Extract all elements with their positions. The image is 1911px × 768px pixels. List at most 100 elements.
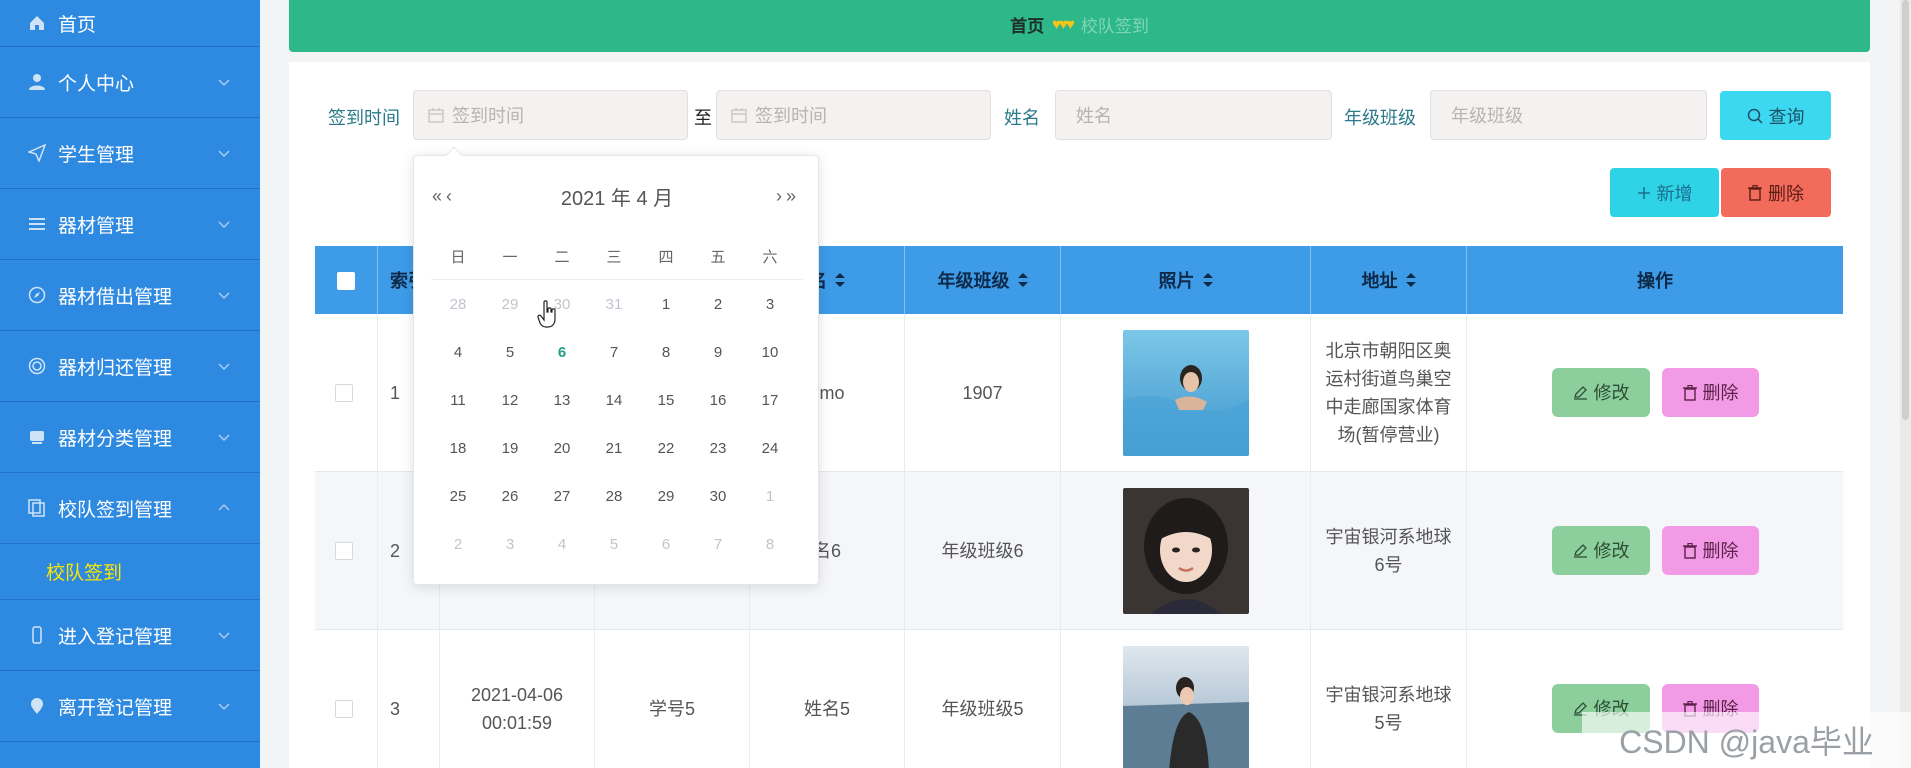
- calendar-day[interactable]: 14: [588, 376, 640, 424]
- column-header-photo[interactable]: 照片: [1061, 246, 1311, 314]
- delete-button-label: 删除: [1702, 382, 1739, 403]
- next-year-icon[interactable]: »: [786, 186, 796, 207]
- sidebar-subitem-checkin[interactable]: 校队签到: [0, 544, 260, 600]
- calendar-day[interactable]: 12: [484, 376, 536, 424]
- calendar-day[interactable]: 19: [484, 424, 536, 472]
- row-checkbox[interactable]: [335, 384, 353, 402]
- scrollbar-thumb[interactable]: [1902, 0, 1909, 420]
- send-icon: [26, 142, 48, 164]
- calendar-day[interactable]: 30: [692, 472, 744, 520]
- class-label: 年级班级: [1344, 108, 1416, 128]
- query-button[interactable]: 查询: [1720, 91, 1831, 140]
- sidebar-item-personal-center[interactable]: 个人中心: [0, 47, 260, 118]
- calendar-day[interactable]: 29: [640, 472, 692, 520]
- calendar-day[interactable]: 31: [588, 280, 640, 328]
- weekday-label: 日: [450, 248, 466, 266]
- calendar-day[interactable]: 10: [744, 328, 796, 376]
- calendar-day[interactable]: 28: [432, 280, 484, 328]
- phone-icon: [26, 624, 48, 646]
- calendar-day[interactable]: 6: [640, 520, 692, 568]
- calendar-day[interactable]: 23: [692, 424, 744, 472]
- calendar-day[interactable]: 4: [536, 520, 588, 568]
- calendar-day[interactable]: 29: [484, 280, 536, 328]
- checkin-time-to-input[interactable]: 签到时间: [716, 90, 991, 140]
- user-icon: [26, 71, 48, 93]
- mouse-cursor-icon: [537, 300, 556, 328]
- batch-delete-button[interactable]: 删除: [1721, 168, 1831, 217]
- calendar-day[interactable]: 21: [588, 424, 640, 472]
- column-header-address[interactable]: 地址: [1311, 246, 1467, 314]
- sidebar-item-checkin[interactable]: 校队签到管理: [0, 473, 260, 544]
- calendar-day[interactable]: 5: [588, 520, 640, 568]
- sort-icon[interactable]: [1202, 273, 1213, 287]
- calendar-day[interactable]: 1: [744, 472, 796, 520]
- calendar-day[interactable]: 6: [536, 328, 588, 376]
- calendar-day[interactable]: 20: [536, 424, 588, 472]
- sidebar-item-leave[interactable]: 离开登记管理: [0, 671, 260, 742]
- calendar-day[interactable]: 3: [744, 280, 796, 328]
- photo-image[interactable]: [1122, 329, 1249, 456]
- next-month-icon[interactable]: ›: [776, 186, 782, 207]
- sidebar-item-student[interactable]: 学生管理: [0, 118, 260, 189]
- calendar-day[interactable]: 2: [692, 280, 744, 328]
- calendar-day[interactable]: 13: [536, 376, 588, 424]
- select-all-checkbox[interactable]: [337, 272, 355, 290]
- photo-image[interactable]: [1122, 645, 1249, 768]
- calendar-day[interactable]: 17: [744, 376, 796, 424]
- row-checkbox[interactable]: [335, 542, 353, 560]
- add-button-label: 新增: [1656, 183, 1693, 204]
- calendar-day[interactable]: 5: [484, 328, 536, 376]
- calendar-day[interactable]: 11: [432, 376, 484, 424]
- calendar-day[interactable]: 24: [744, 424, 796, 472]
- calendar-day[interactable]: 8: [640, 328, 692, 376]
- calendar-day[interactable]: 15: [640, 376, 692, 424]
- calendar-day[interactable]: 18: [432, 424, 484, 472]
- calendar-day[interactable]: 7: [692, 520, 744, 568]
- checkin-time-from-input[interactable]: 签到时间: [413, 90, 688, 140]
- list-icon: [26, 213, 48, 235]
- cell-class: 1907: [905, 314, 1061, 471]
- cell-photo: [1061, 630, 1311, 768]
- sort-icon[interactable]: [1405, 273, 1416, 287]
- photo-image[interactable]: [1122, 487, 1249, 614]
- sidebar-item-enter[interactable]: 进入登记管理: [0, 600, 260, 671]
- sidebar-subitem-label: 校队签到: [46, 563, 123, 584]
- box-icon: [26, 426, 48, 448]
- edit-button[interactable]: 修改: [1552, 526, 1650, 575]
- sort-icon[interactable]: [1017, 273, 1028, 287]
- calendar-day[interactable]: 27: [536, 472, 588, 520]
- calendar-day[interactable]: 22: [640, 424, 692, 472]
- column-header-label: 操作: [1637, 271, 1673, 291]
- sidebar-item-label: 进入登记管理: [58, 626, 173, 648]
- add-button[interactable]: 新增: [1610, 168, 1719, 217]
- edit-button[interactable]: 修改: [1552, 368, 1650, 417]
- calendar-day[interactable]: 16: [692, 376, 744, 424]
- cell-photo: [1061, 314, 1311, 471]
- sidebar-item-return[interactable]: 器材归还管理: [0, 331, 260, 402]
- calendar-day[interactable]: 7: [588, 328, 640, 376]
- calendar-day[interactable]: 4: [432, 328, 484, 376]
- sidebar-item-category[interactable]: 器材分类管理: [0, 402, 260, 473]
- calendar-day[interactable]: 26: [484, 472, 536, 520]
- trash-icon: [1682, 542, 1697, 559]
- breadcrumb-home[interactable]: 首页: [1010, 12, 1044, 37]
- calendar-day[interactable]: 1: [640, 280, 692, 328]
- sidebar-item-lend[interactable]: 器材借出管理: [0, 260, 260, 331]
- delete-button[interactable]: 删除: [1662, 526, 1759, 575]
- column-header-class[interactable]: 年级班级: [905, 246, 1061, 314]
- sort-icon[interactable]: [835, 273, 845, 287]
- row-checkbox[interactable]: [335, 700, 353, 718]
- calendar-day[interactable]: 9: [692, 328, 744, 376]
- calendar-day[interactable]: 2: [432, 520, 484, 568]
- calendar-day[interactable]: 3: [484, 520, 536, 568]
- calendar-day[interactable]: 28: [588, 472, 640, 520]
- calendar-day[interactable]: 8: [744, 520, 796, 568]
- delete-button[interactable]: 删除: [1662, 368, 1759, 417]
- name-input[interactable]: 姓名: [1055, 90, 1332, 140]
- sidebar-item-home[interactable]: 首页: [0, 0, 260, 47]
- calendar-day[interactable]: 25: [432, 472, 484, 520]
- sidebar-item-equipment[interactable]: 器材管理: [0, 189, 260, 260]
- picker-title[interactable]: 2021 年 4 月: [414, 178, 820, 214]
- class-input[interactable]: 年级班级: [1430, 90, 1707, 140]
- cell-photo: [1061, 472, 1311, 629]
